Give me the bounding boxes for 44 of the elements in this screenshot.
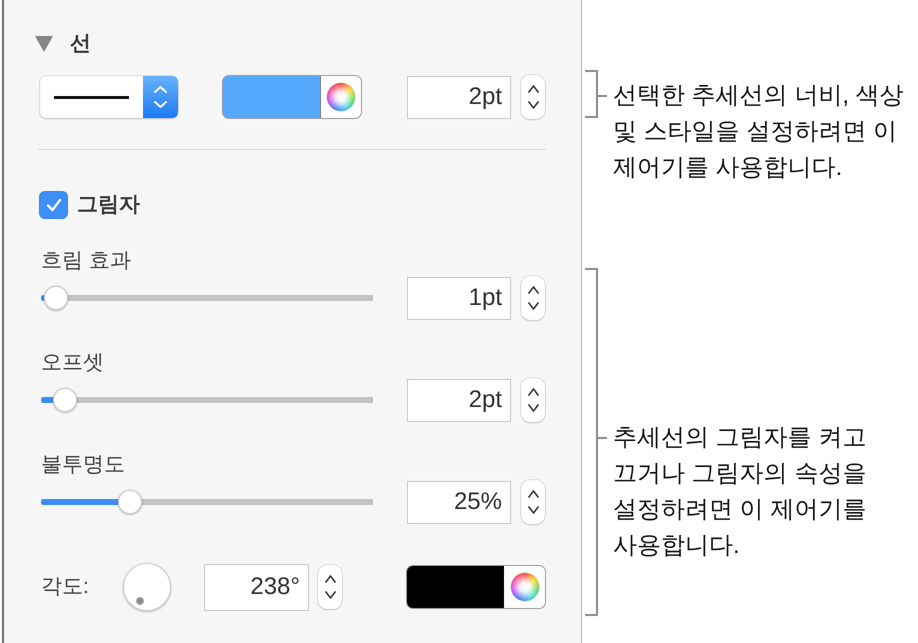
chevron-up-icon (528, 85, 538, 93)
color-well[interactable] (406, 565, 546, 609)
angle-knob[interactable] (123, 563, 171, 611)
stepper-control[interactable] (521, 276, 545, 320)
section-title: 선 (70, 31, 91, 57)
angle-label: 각도: (41, 574, 90, 600)
bracket-line (585, 70, 609, 118)
section-title: 그림자 (77, 192, 140, 218)
chevron-down-icon (528, 101, 538, 109)
stepper-control[interactable] (521, 480, 545, 524)
chevron-up-icon (528, 490, 538, 498)
chevron-up-icon (324, 575, 336, 583)
stepper-control[interactable] (318, 565, 342, 609)
checkmark-icon (46, 198, 62, 212)
chevron-down-icon (528, 302, 538, 310)
value-field[interactable]: 2pt (407, 378, 511, 422)
callout-text: 선택한 추세선의 너비, 색상 및 스타일을 설정하려면 이 제어기를 사용합니다. (613, 81, 905, 183)
value-field[interactable]: 1pt (407, 276, 511, 320)
slider-label: 오프셋 (41, 350, 104, 376)
value-field[interactable]: 25% (407, 480, 511, 524)
line-sample-icon (54, 96, 129, 98)
chevron-up-down-icon (143, 76, 178, 118)
value-field[interactable]: 238° (204, 564, 309, 610)
chevron-up-icon (528, 286, 538, 294)
slider-thumb[interactable] (118, 490, 142, 514)
color-wheel-icon (327, 83, 355, 111)
chevron-up-icon (528, 388, 538, 396)
line-style-popup[interactable] (40, 76, 178, 118)
chevron-down-icon (324, 591, 336, 599)
color-well[interactable] (222, 75, 362, 119)
callout-text: 추세선의 그림자를 켜고 끄거나 그림자의 속성을 설정하려면 이 제어기를 사용합니다. (613, 423, 868, 561)
value-field[interactable]: 2pt (407, 76, 511, 118)
slider-thumb[interactable] (53, 388, 78, 412)
chevron-down-icon (528, 404, 538, 412)
stepper-control[interactable] (521, 378, 545, 422)
stepper-control[interactable] (521, 75, 545, 119)
checkbox[interactable] (39, 191, 68, 219)
slider-thumb[interactable] (44, 286, 68, 310)
chevron-down-icon (528, 506, 538, 514)
slider-label: 불투명도 (41, 452, 125, 478)
slider-label: 흐림 효과 (41, 248, 131, 274)
disclosure-triangle-icon[interactable] (35, 36, 53, 52)
knob-indicator-icon (136, 596, 144, 605)
color-wheel-icon (510, 573, 538, 601)
